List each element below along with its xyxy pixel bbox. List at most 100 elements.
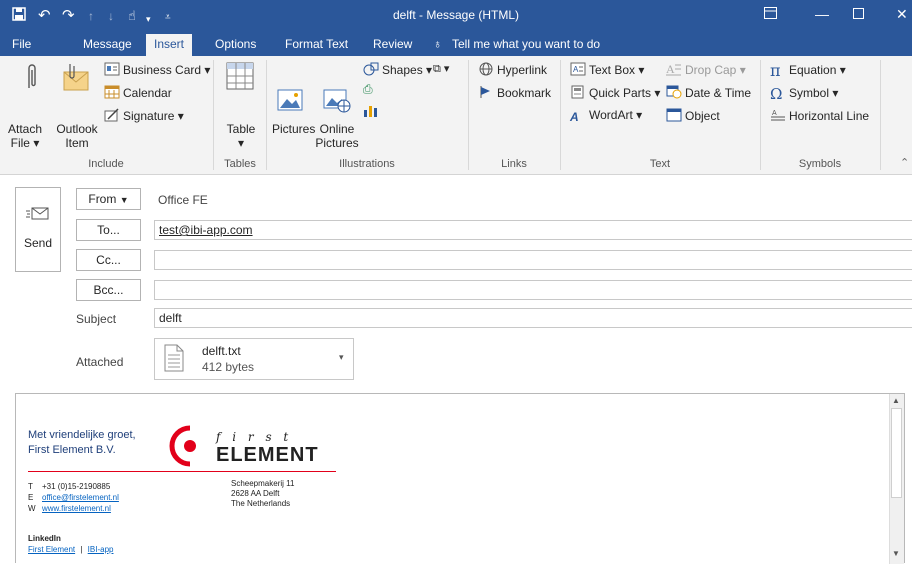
to-recipient[interactable]: test@ibi-app.com bbox=[159, 223, 253, 237]
tab-message[interactable]: Message bbox=[83, 37, 132, 51]
tab-file[interactable]: File bbox=[12, 37, 31, 51]
address-line-city: 2628 AA Delft bbox=[231, 489, 280, 498]
attachment-dropdown-icon[interactable]: ▾ bbox=[339, 352, 344, 363]
wordart-button[interactable]: A WordArt ▾ bbox=[570, 108, 642, 124]
group-separator bbox=[468, 60, 469, 170]
from-button-label: From bbox=[88, 192, 117, 206]
include-group-label: Include bbox=[88, 158, 124, 170]
hyperlink-label: Hyperlink bbox=[497, 63, 548, 77]
group-separator bbox=[213, 60, 214, 170]
scroll-down-icon[interactable]: ▼ bbox=[892, 549, 900, 558]
date-time-button[interactable]: Date & Time bbox=[666, 85, 751, 100]
to-field[interactable]: test@ibi-app.com bbox=[154, 220, 912, 240]
close-icon[interactable]: ✕ bbox=[896, 6, 908, 23]
logo-text-first: f i r s t bbox=[216, 430, 293, 444]
horizontal-line-icon: A bbox=[770, 108, 786, 122]
online-pictures-label-1: Online bbox=[319, 122, 355, 136]
subject-label: Subject bbox=[76, 312, 117, 326]
table-label: Table bbox=[226, 122, 256, 136]
message-body[interactable]: Met vriendelijke groet, First Element B.… bbox=[15, 393, 905, 564]
symbols-group-label: Symbols bbox=[798, 158, 842, 170]
pi-icon: π bbox=[770, 61, 781, 80]
tell-me-box[interactable]: Tell me what you want to do bbox=[452, 37, 600, 51]
body-scrollbar[interactable]: ▲ ▼ bbox=[889, 394, 904, 564]
bookmark-icon bbox=[478, 85, 494, 99]
screenshot-icon: ⎙ bbox=[363, 82, 373, 96]
online-pictures-label-2: Pictures bbox=[315, 136, 359, 150]
send-button[interactable]: Send bbox=[15, 187, 61, 272]
chevron-down-icon: ▼ bbox=[119, 195, 129, 205]
pictures-button[interactable]: Pictures bbox=[272, 122, 315, 136]
bookmark-button[interactable]: Bookmark bbox=[478, 85, 551, 100]
object-button[interactable]: Object bbox=[666, 108, 720, 123]
svg-text:A: A bbox=[772, 110, 777, 117]
group-separator bbox=[880, 60, 881, 170]
attachment-chip[interactable]: delft.txt 412 bytes ▾ bbox=[154, 338, 354, 380]
bookmark-label: Bookmark bbox=[497, 86, 552, 100]
website-link[interactable]: www.firstelement.nl bbox=[42, 504, 111, 513]
scroll-thumb[interactable] bbox=[891, 408, 902, 498]
quick-parts-button[interactable]: Quick Parts ▾ bbox=[570, 85, 660, 100]
business-card-label: Business Card bbox=[123, 63, 202, 77]
online-pictures-icon bbox=[322, 86, 352, 117]
first-element-logo bbox=[168, 424, 208, 471]
logo-text-element: ELEMENT bbox=[216, 444, 319, 466]
address-block: Scheepmakerij 11 2628 AA Delft The Nethe… bbox=[231, 479, 294, 509]
text-box-button[interactable]: A Text Box ▾ bbox=[570, 62, 644, 77]
outlook-item-button[interactable]: Outlook Item bbox=[52, 122, 102, 150]
text-file-icon bbox=[164, 344, 184, 375]
outlook-item-label-1: Outlook bbox=[56, 122, 98, 136]
drop-cap-button[interactable]: A Drop Cap ▾ bbox=[666, 62, 746, 77]
bcc-button[interactable]: Bcc... bbox=[76, 279, 141, 301]
screenshot-button[interactable]: ⎙ bbox=[363, 82, 373, 97]
send-envelope-icon bbox=[26, 206, 50, 225]
text-group-label: Text bbox=[649, 158, 671, 170]
table-button[interactable]: Table ▾ bbox=[224, 122, 258, 150]
outlook-item-label-2: Item bbox=[65, 136, 89, 150]
from-button[interactable]: From ▼ bbox=[76, 188, 141, 210]
horizontal-line-label: Horizontal Line bbox=[789, 109, 870, 123]
maximize-icon[interactable] bbox=[853, 6, 864, 22]
equation-button[interactable]: π Equation ▾ bbox=[770, 61, 846, 80]
business-card-button[interactable]: Business Card ▾ bbox=[104, 62, 210, 77]
tab-format-text[interactable]: Format Text bbox=[285, 37, 348, 51]
tab-options[interactable]: Options bbox=[215, 37, 256, 51]
group-separator bbox=[266, 60, 267, 170]
collapse-ribbon-icon[interactable]: ⌃ bbox=[900, 156, 909, 169]
chart-button[interactable] bbox=[362, 102, 378, 121]
minimize-icon[interactable]: — bbox=[815, 6, 829, 22]
attach-file-label-1: Attach bbox=[7, 122, 43, 136]
to-button[interactable]: To... bbox=[76, 219, 141, 241]
cc-button[interactable]: Cc... bbox=[76, 249, 141, 271]
email-link[interactable]: office@firstelement.nl bbox=[42, 493, 119, 502]
scroll-up-icon[interactable]: ▲ bbox=[892, 396, 900, 405]
online-pictures-button[interactable]: Online Pictures bbox=[314, 122, 360, 150]
phone-key: T bbox=[28, 482, 33, 491]
symbol-button[interactable]: Ω Symbol ▾ bbox=[770, 85, 838, 103]
cc-field[interactable] bbox=[154, 250, 912, 270]
shapes-icon bbox=[363, 62, 379, 76]
title-bar: ↶ ↷ ↑ ↓ ☝ ▾ ⩡ delft - Message (HTML) — ✕ bbox=[0, 0, 912, 32]
attached-label: Attached bbox=[76, 355, 124, 369]
tab-review[interactable]: Review bbox=[373, 37, 412, 51]
linkedin-first-element-link[interactable]: First Element bbox=[28, 545, 75, 554]
subject-field[interactable]: delft bbox=[154, 308, 912, 328]
calendar-button[interactable]: Calendar bbox=[104, 85, 172, 100]
linkedin-separator: | bbox=[80, 545, 83, 554]
ribbon-display-icon[interactable] bbox=[764, 6, 777, 22]
calendar-label: Calendar bbox=[123, 86, 172, 100]
horizontal-line-button[interactable]: A Horizontal Line bbox=[770, 108, 869, 123]
omega-icon: Ω bbox=[770, 85, 783, 103]
attach-file-button[interactable]: Attach File ▾ bbox=[4, 122, 46, 150]
svg-text:A: A bbox=[666, 62, 675, 76]
address-line-street: Scheepmakerij 11 bbox=[231, 479, 295, 488]
shapes-button[interactable]: Shapes ▾ bbox=[363, 62, 432, 77]
linkedin-ibi-app-link[interactable]: IBI-app bbox=[88, 545, 114, 554]
tab-insert[interactable]: Insert bbox=[146, 34, 193, 56]
lightbulb-icon: ♁ bbox=[433, 37, 442, 51]
hyperlink-button[interactable]: Hyperlink bbox=[478, 62, 547, 77]
shapes-label: Shapes bbox=[382, 63, 423, 77]
signature-button[interactable]: Signature ▾ bbox=[104, 108, 184, 123]
smartart-button[interactable]: ⧉ ▾ bbox=[433, 62, 449, 76]
bcc-field[interactable] bbox=[154, 280, 912, 300]
